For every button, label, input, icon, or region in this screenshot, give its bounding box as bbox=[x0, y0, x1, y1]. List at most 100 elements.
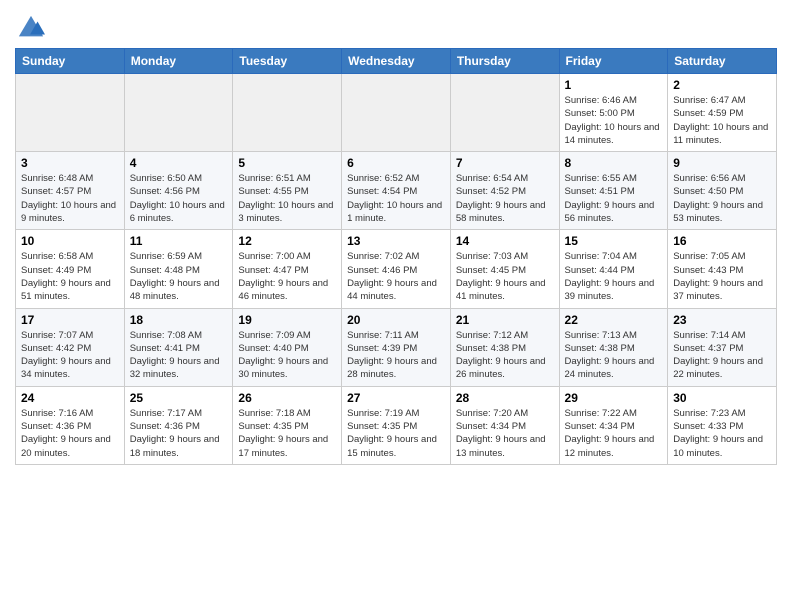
day-header: Wednesday bbox=[342, 49, 451, 74]
calendar-cell: 14 Sunrise: 7:03 AMSunset: 4:45 PMDayligh… bbox=[450, 230, 559, 308]
day-number: 14 bbox=[456, 234, 554, 248]
day-info: Sunrise: 7:07 AMSunset: 4:42 PMDaylight:… bbox=[21, 329, 119, 382]
calendar-cell: 1Sunrise: 6:46 AMSunset: 5:00 PMDaylight… bbox=[559, 74, 668, 152]
calendar-cell bbox=[233, 74, 342, 152]
day-number: 23 bbox=[673, 313, 771, 327]
calendar-cell: 26 Sunrise: 7:18 AMSunset: 4:35 PMDayligh… bbox=[233, 386, 342, 464]
week-row: 1Sunrise: 6:46 AMSunset: 5:00 PMDaylight… bbox=[16, 74, 777, 152]
calendar-cell: 28 Sunrise: 7:20 AMSunset: 4:34 PMDayligh… bbox=[450, 386, 559, 464]
day-number: 8 bbox=[565, 156, 663, 170]
calendar-body: 1Sunrise: 6:46 AMSunset: 5:00 PMDaylight… bbox=[16, 74, 777, 465]
day-number: 5 bbox=[238, 156, 336, 170]
day-number: 30 bbox=[673, 391, 771, 405]
calendar-cell: 11 Sunrise: 6:59 AMSunset: 4:48 PMDayligh… bbox=[124, 230, 233, 308]
day-header: Friday bbox=[559, 49, 668, 74]
day-number: 1 bbox=[565, 78, 663, 92]
day-info: Sunrise: 7:00 AMSunset: 4:47 PMDaylight:… bbox=[238, 250, 336, 303]
day-info: Sunrise: 7:19 AMSunset: 4:35 PMDaylight:… bbox=[347, 407, 445, 460]
day-number: 24 bbox=[21, 391, 119, 405]
day-info: Sunrise: 7:04 AMSunset: 4:44 PMDaylight:… bbox=[565, 250, 663, 303]
calendar-cell: 23 Sunrise: 7:14 AMSunset: 4:37 PMDayligh… bbox=[668, 308, 777, 386]
calendar-cell: 21 Sunrise: 7:12 AMSunset: 4:38 PMDayligh… bbox=[450, 308, 559, 386]
day-header: Monday bbox=[124, 49, 233, 74]
calendar-cell: 19Sunrise: 7:09 AMSunset: 4:40 PMDayligh… bbox=[233, 308, 342, 386]
day-info: Sunrise: 7:18 AMSunset: 4:35 PMDaylight:… bbox=[238, 407, 336, 460]
day-number: 18 bbox=[130, 313, 228, 327]
calendar-cell: 27 Sunrise: 7:19 AMSunset: 4:35 PMDayligh… bbox=[342, 386, 451, 464]
calendar-cell: 30 Sunrise: 7:23 AMSunset: 4:33 PMDayligh… bbox=[668, 386, 777, 464]
calendar-cell bbox=[124, 74, 233, 152]
day-number: 20 bbox=[347, 313, 445, 327]
header bbox=[15, 10, 777, 42]
day-number: 2 bbox=[673, 78, 771, 92]
day-info: Sunrise: 7:20 AMSunset: 4:34 PMDaylight:… bbox=[456, 407, 554, 460]
calendar-cell: 12 Sunrise: 7:00 AMSunset: 4:47 PMDayligh… bbox=[233, 230, 342, 308]
calendar-cell bbox=[16, 74, 125, 152]
day-number: 7 bbox=[456, 156, 554, 170]
calendar-cell: 6 Sunrise: 6:52 AMSunset: 4:54 PMDaylight… bbox=[342, 152, 451, 230]
day-info: Sunrise: 7:05 AMSunset: 4:43 PMDaylight:… bbox=[673, 250, 771, 303]
day-number: 9 bbox=[673, 156, 771, 170]
day-info: Sunrise: 6:52 AMSunset: 4:54 PMDaylight:… bbox=[347, 172, 445, 225]
day-info: Sunrise: 6:54 AMSunset: 4:52 PMDaylight:… bbox=[456, 172, 554, 225]
logo-icon bbox=[17, 14, 45, 42]
day-number: 10 bbox=[21, 234, 119, 248]
calendar-cell: 8 Sunrise: 6:55 AMSunset: 4:51 PMDaylight… bbox=[559, 152, 668, 230]
logo bbox=[15, 14, 45, 42]
day-number: 21 bbox=[456, 313, 554, 327]
day-number: 26 bbox=[238, 391, 336, 405]
calendar-cell: 25Sunrise: 7:17 AMSunset: 4:36 PMDayligh… bbox=[124, 386, 233, 464]
day-number: 3 bbox=[21, 156, 119, 170]
day-info: Sunrise: 7:17 AMSunset: 4:36 PMDaylight:… bbox=[130, 407, 228, 460]
calendar-cell: 10 Sunrise: 6:58 AMSunset: 4:49 PMDayligh… bbox=[16, 230, 125, 308]
day-info: Sunrise: 6:55 AMSunset: 4:51 PMDaylight:… bbox=[565, 172, 663, 225]
calendar-cell: 29 Sunrise: 7:22 AMSunset: 4:34 PMDayligh… bbox=[559, 386, 668, 464]
day-header: Thursday bbox=[450, 49, 559, 74]
day-number: 11 bbox=[130, 234, 228, 248]
day-number: 17 bbox=[21, 313, 119, 327]
day-info: Sunrise: 7:03 AMSunset: 4:45 PMDaylight:… bbox=[456, 250, 554, 303]
calendar-cell: 7 Sunrise: 6:54 AMSunset: 4:52 PMDaylight… bbox=[450, 152, 559, 230]
day-number: 28 bbox=[456, 391, 554, 405]
calendar-cell: 5 Sunrise: 6:51 AMSunset: 4:55 PMDaylight… bbox=[233, 152, 342, 230]
day-number: 29 bbox=[565, 391, 663, 405]
day-number: 27 bbox=[347, 391, 445, 405]
day-info: Sunrise: 7:02 AMSunset: 4:46 PMDaylight:… bbox=[347, 250, 445, 303]
calendar-cell: 16 Sunrise: 7:05 AMSunset: 4:43 PMDayligh… bbox=[668, 230, 777, 308]
day-info: Sunrise: 7:12 AMSunset: 4:38 PMDaylight:… bbox=[456, 329, 554, 382]
day-number: 16 bbox=[673, 234, 771, 248]
day-info: Sunrise: 7:11 AMSunset: 4:39 PMDaylight:… bbox=[347, 329, 445, 382]
day-info: Sunrise: 6:50 AMSunset: 4:56 PMDaylight:… bbox=[130, 172, 228, 225]
day-header: Tuesday bbox=[233, 49, 342, 74]
calendar-cell: 24Sunrise: 7:16 AMSunset: 4:36 PMDayligh… bbox=[16, 386, 125, 464]
day-number: 6 bbox=[347, 156, 445, 170]
week-row: 24Sunrise: 7:16 AMSunset: 4:36 PMDayligh… bbox=[16, 386, 777, 464]
day-info: Sunrise: 6:56 AMSunset: 4:50 PMDaylight:… bbox=[673, 172, 771, 225]
day-number: 19 bbox=[238, 313, 336, 327]
calendar-cell bbox=[342, 74, 451, 152]
day-info: Sunrise: 6:58 AMSunset: 4:49 PMDaylight:… bbox=[21, 250, 119, 303]
calendar-cell: 9 Sunrise: 6:56 AMSunset: 4:50 PMDaylight… bbox=[668, 152, 777, 230]
calendar-cell: 17 Sunrise: 7:07 AMSunset: 4:42 PMDayligh… bbox=[16, 308, 125, 386]
day-info: Sunrise: 7:22 AMSunset: 4:34 PMDaylight:… bbox=[565, 407, 663, 460]
day-info: Sunrise: 7:23 AMSunset: 4:33 PMDaylight:… bbox=[673, 407, 771, 460]
page: SundayMondayTuesdayWednesdayThursdayFrid… bbox=[0, 0, 792, 612]
calendar-cell: 18Sunrise: 7:08 AMSunset: 4:41 PMDayligh… bbox=[124, 308, 233, 386]
calendar-cell: 15Sunrise: 7:04 AMSunset: 4:44 PMDayligh… bbox=[559, 230, 668, 308]
week-row: 17 Sunrise: 7:07 AMSunset: 4:42 PMDayligh… bbox=[16, 308, 777, 386]
calendar-cell: 3 Sunrise: 6:48 AMSunset: 4:57 PMDaylight… bbox=[16, 152, 125, 230]
day-number: 22 bbox=[565, 313, 663, 327]
week-row: 10 Sunrise: 6:58 AMSunset: 4:49 PMDayligh… bbox=[16, 230, 777, 308]
day-info: Sunrise: 6:48 AMSunset: 4:57 PMDaylight:… bbox=[21, 172, 119, 225]
day-info: Sunrise: 7:13 AMSunset: 4:38 PMDaylight:… bbox=[565, 329, 663, 382]
day-header: Sunday bbox=[16, 49, 125, 74]
day-info: Sunrise: 6:51 AMSunset: 4:55 PMDaylight:… bbox=[238, 172, 336, 225]
day-info: Sunrise: 7:14 AMSunset: 4:37 PMDaylight:… bbox=[673, 329, 771, 382]
day-header: Saturday bbox=[668, 49, 777, 74]
header-row: SundayMondayTuesdayWednesdayThursdayFrid… bbox=[16, 49, 777, 74]
calendar-cell: 20 Sunrise: 7:11 AMSunset: 4:39 PMDayligh… bbox=[342, 308, 451, 386]
calendar-cell bbox=[450, 74, 559, 152]
calendar-cell: 13Sunrise: 7:02 AMSunset: 4:46 PMDayligh… bbox=[342, 230, 451, 308]
day-number: 12 bbox=[238, 234, 336, 248]
day-info: Sunrise: 6:59 AMSunset: 4:48 PMDaylight:… bbox=[130, 250, 228, 303]
